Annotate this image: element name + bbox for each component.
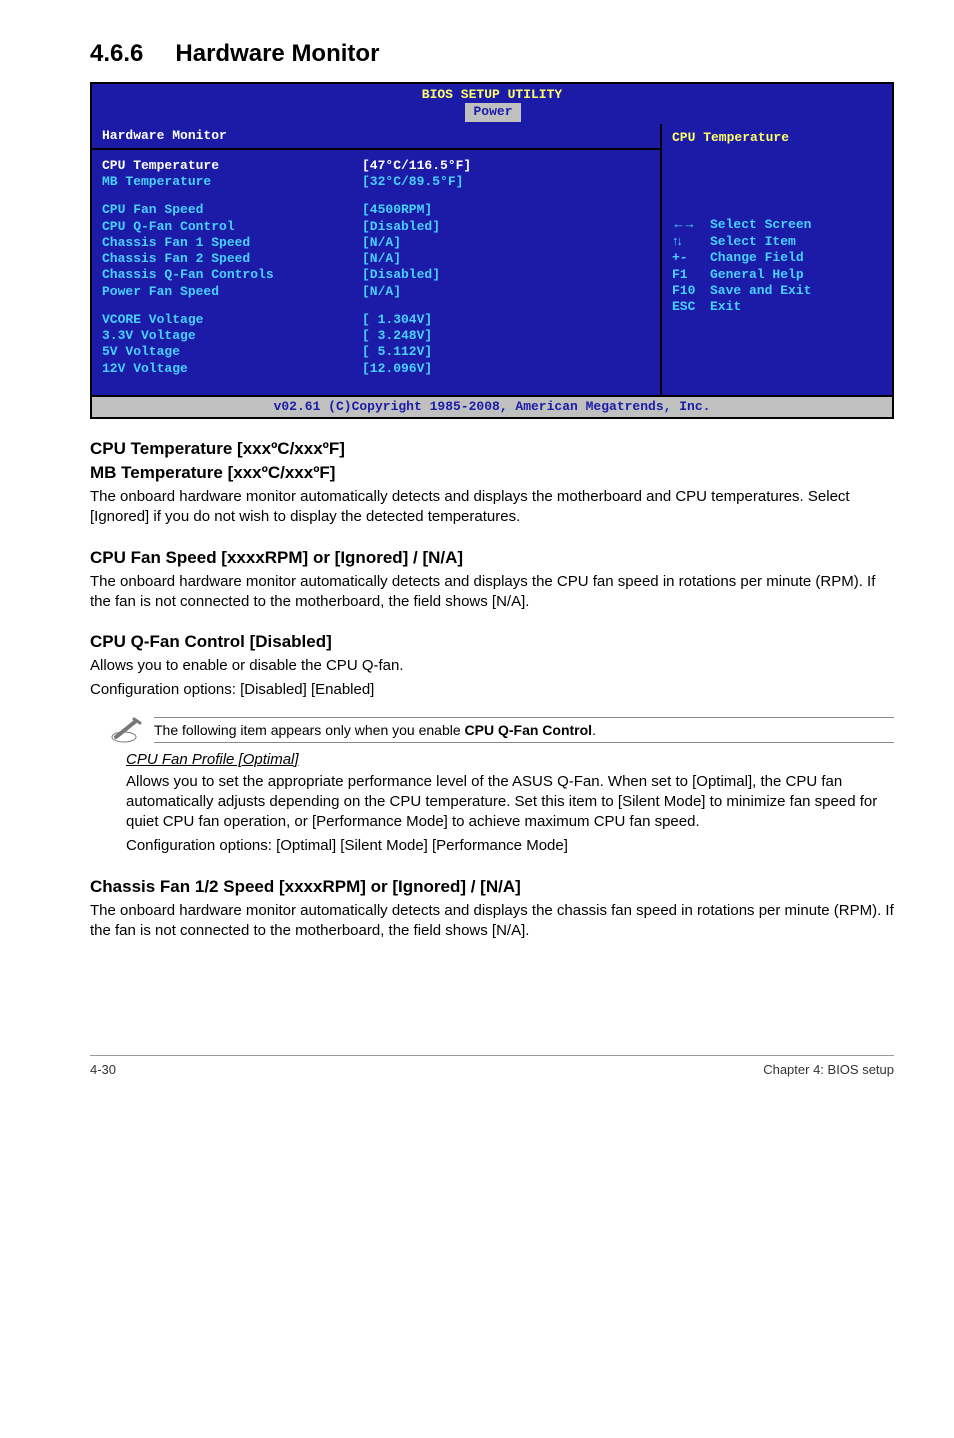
bios-right-panel: CPU Temperature ←→Select Screen ↑↓Select… bbox=[662, 124, 892, 395]
para-profile-2: Configuration options: [Optimal] [Silent… bbox=[126, 836, 894, 856]
heading-qfan: CPU Q-Fan Control [Disabled] bbox=[90, 632, 894, 652]
section-heading: 4.6.6 Hardware Monitor bbox=[90, 40, 894, 68]
bios-panel-header: Hardware Monitor bbox=[92, 124, 660, 150]
section-title: Hardware Monitor bbox=[175, 40, 379, 67]
para-qfan-1: Allows you to enable or disable the CPU … bbox=[90, 656, 894, 676]
bios-row: 5V Voltage[ 5.112V] bbox=[102, 344, 650, 360]
bios-row: CPU Temperature[47°C/116.5°F] bbox=[102, 158, 650, 174]
heading-mb-temp: MB Temperature [xxxºC/xxxºF] bbox=[90, 463, 894, 483]
note-box: The following item appears only when you… bbox=[108, 715, 894, 745]
bios-row: Chassis Q-Fan Controls[Disabled] bbox=[102, 267, 650, 283]
para-cpu-mb: The onboard hardware monitor automatical… bbox=[90, 487, 894, 528]
para-fanspeed: The onboard hardware monitor automatical… bbox=[90, 572, 894, 613]
arrows-ud-icon: ↑↓ bbox=[672, 233, 710, 249]
bios-row: VCORE Voltage[ 1.304V] bbox=[102, 312, 650, 328]
page-footer: 4-30 Chapter 4: BIOS setup bbox=[90, 1055, 894, 1077]
bios-row: Chassis Fan 1 Speed[N/A] bbox=[102, 235, 650, 251]
bios-titlebar: BIOS SETUP UTILITY Power bbox=[92, 84, 892, 124]
bios-left-panel: Hardware Monitor CPU Temperature[47°C/11… bbox=[92, 124, 662, 395]
bios-row: Power Fan Speed[N/A] bbox=[102, 284, 650, 300]
para-chassis: The onboard hardware monitor automatical… bbox=[90, 901, 894, 942]
bios-tab-power: Power bbox=[465, 103, 520, 121]
heading-fanspeed: CPU Fan Speed [xxxxRPM] or [Ignored] / [… bbox=[90, 548, 894, 568]
bios-help: ←→Select Screen ↑↓Select Item +-Change F… bbox=[672, 216, 882, 316]
bios-row: MB Temperature[32°C/89.5°F] bbox=[102, 174, 650, 190]
bios-row: 12V Voltage[12.096V] bbox=[102, 361, 650, 377]
section-number: 4.6.6 bbox=[90, 40, 143, 68]
para-qfan-2: Configuration options: [Disabled] [Enabl… bbox=[90, 680, 894, 700]
bios-box: BIOS SETUP UTILITY Power Hardware Monito… bbox=[90, 82, 894, 419]
bios-row: 3.3V Voltage[ 3.248V] bbox=[102, 328, 650, 344]
bios-right-title: CPU Temperature bbox=[672, 130, 882, 146]
arrows-lr-icon: ←→ bbox=[672, 216, 710, 232]
footer-page-number: 4-30 bbox=[90, 1062, 116, 1077]
heading-profile: CPU Fan Profile [Optimal] bbox=[126, 751, 894, 768]
bios-title: BIOS SETUP UTILITY bbox=[422, 87, 562, 102]
bios-row: Chassis Fan 2 Speed[N/A] bbox=[102, 251, 650, 267]
para-profile-1: Allows you to set the appropriate perfor… bbox=[126, 772, 894, 833]
bios-row: CPU Fan Speed[4500RPM] bbox=[102, 202, 650, 218]
note-text: The following item appears only when you… bbox=[154, 717, 894, 743]
footer-chapter: Chapter 4: BIOS setup bbox=[763, 1062, 894, 1077]
heading-cpu-temp: CPU Temperature [xxxºC/xxxºF] bbox=[90, 439, 894, 459]
note-icon bbox=[108, 715, 154, 745]
bios-row: CPU Q-Fan Control[Disabled] bbox=[102, 219, 650, 235]
heading-chassis: Chassis Fan 1/2 Speed [xxxxRPM] or [Igno… bbox=[90, 877, 894, 897]
bios-footer: v02.61 (C)Copyright 1985-2008, American … bbox=[92, 395, 892, 417]
